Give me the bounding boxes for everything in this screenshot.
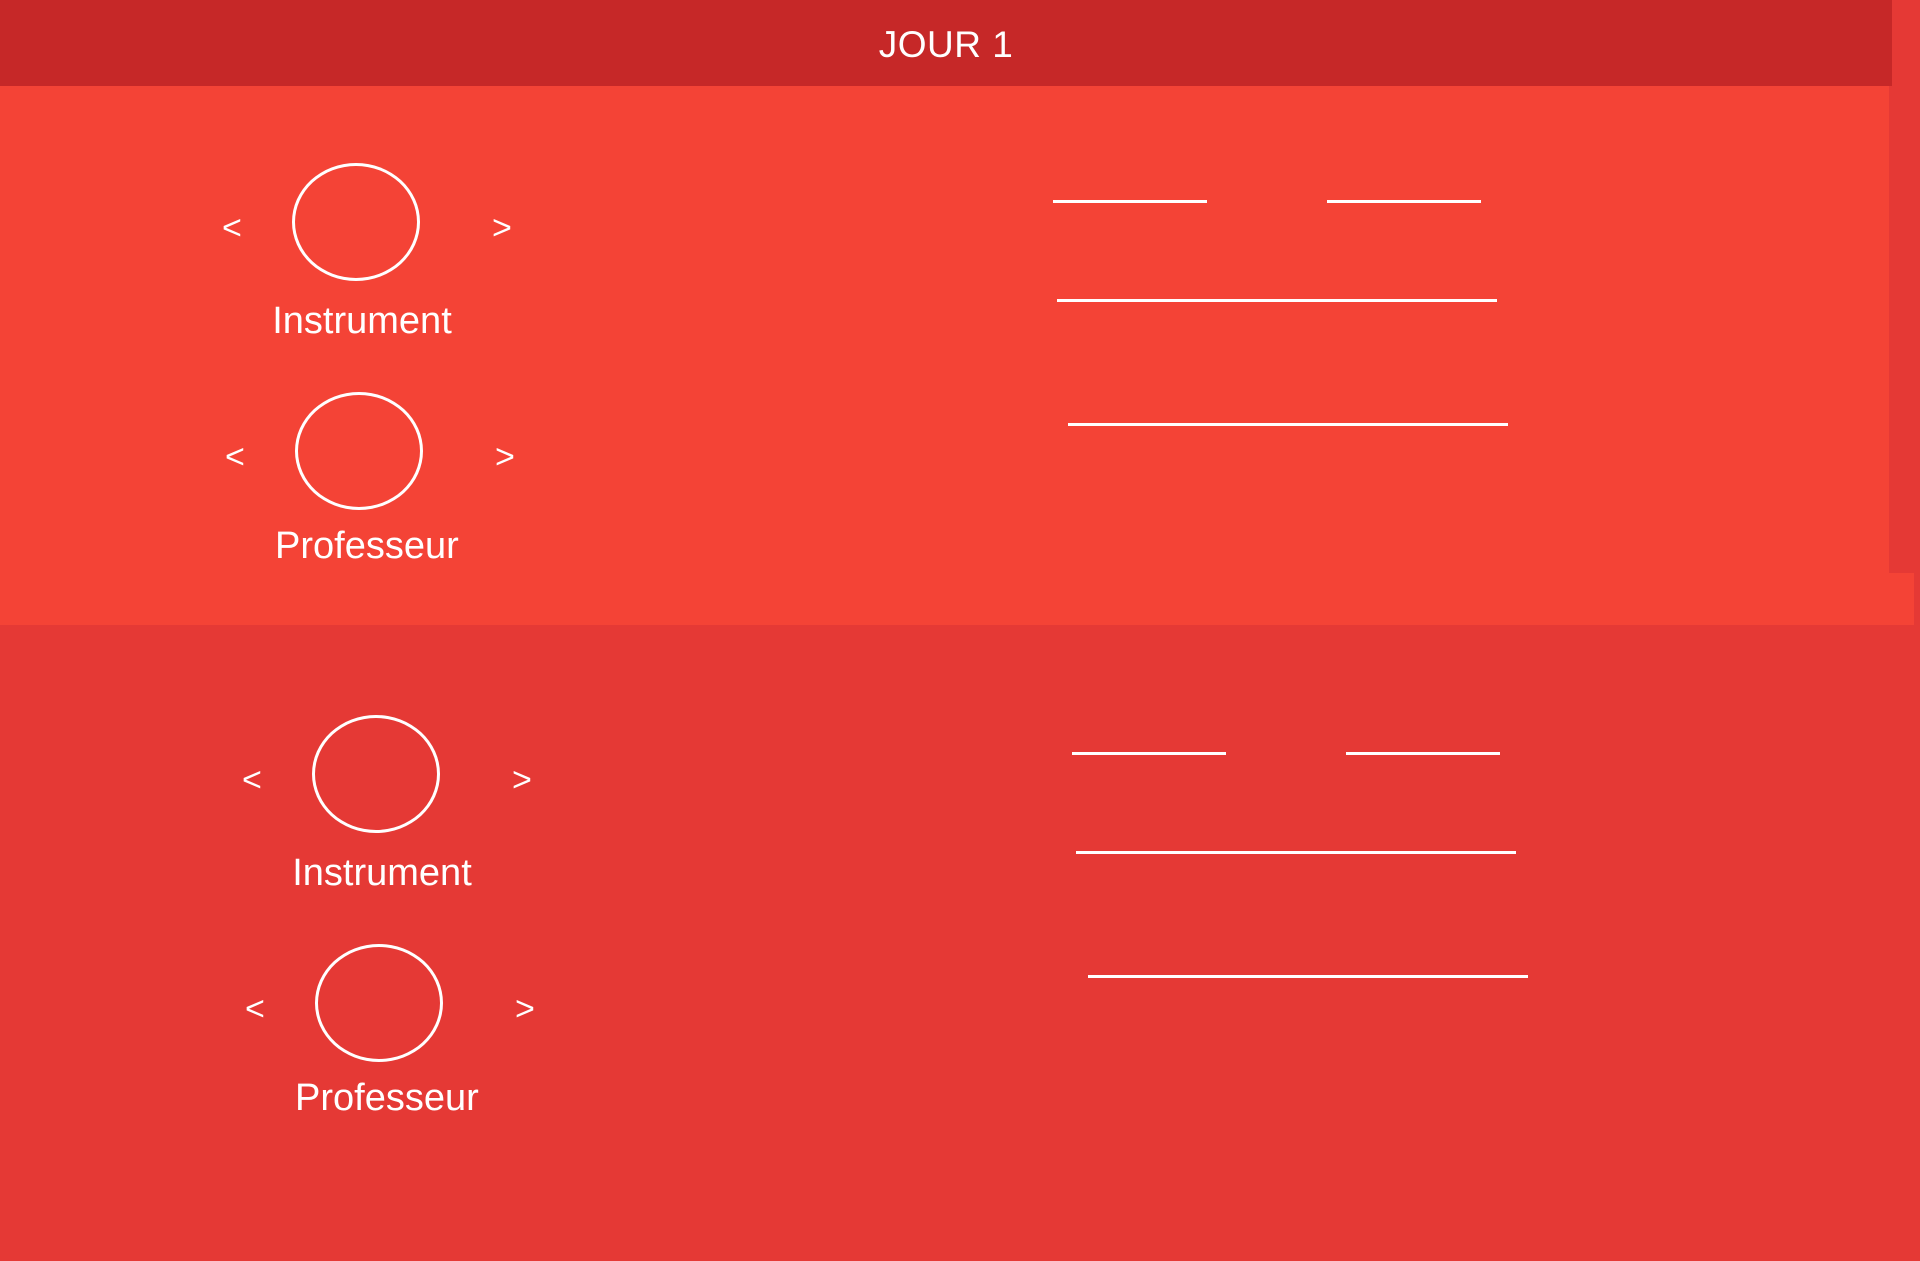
professeur-avatar[interactable]: [315, 944, 443, 1062]
detail-field-1[interactable]: [1057, 299, 1497, 302]
instrument-selector: < > Instrument: [222, 163, 542, 342]
day-title: JOUR 1: [878, 24, 1014, 65]
detail-field-1[interactable]: [1076, 851, 1516, 854]
end-time-field[interactable]: [1327, 200, 1481, 203]
chevron-left-icon[interactable]: <: [222, 211, 242, 245]
chevron-left-icon[interactable]: <: [225, 440, 245, 474]
professeur-label: Professeur: [275, 525, 459, 567]
start-time-field[interactable]: [1072, 752, 1226, 755]
day-header: JOUR 1: [0, 0, 1892, 86]
chevron-right-icon[interactable]: >: [492, 211, 512, 245]
chevron-left-icon[interactable]: <: [245, 992, 265, 1026]
chevron-right-icon[interactable]: >: [512, 763, 532, 797]
detail-field-2[interactable]: [1088, 975, 1528, 978]
instrument-avatar[interactable]: [312, 715, 440, 833]
detail-field-2[interactable]: [1068, 423, 1508, 426]
instrument-avatar[interactable]: [292, 163, 420, 281]
chevron-left-icon[interactable]: <: [242, 763, 262, 797]
schedule-page: JOUR 1 < > Instrument < > Professeur < >…: [0, 0, 1920, 1261]
professeur-label: Professeur: [295, 1077, 479, 1119]
professeur-selector: < > Professeur: [225, 392, 545, 567]
professeur-selector: < > Professeur: [245, 944, 565, 1119]
instrument-label: Instrument: [272, 300, 452, 342]
instrument-label: Instrument: [292, 852, 472, 894]
chevron-right-icon[interactable]: >: [515, 992, 535, 1026]
chevron-right-icon[interactable]: >: [495, 440, 515, 474]
instrument-selector: < > Instrument: [242, 715, 562, 894]
start-time-field[interactable]: [1053, 200, 1207, 203]
end-time-field[interactable]: [1346, 752, 1500, 755]
professeur-avatar[interactable]: [295, 392, 423, 510]
slot-panel-2: < > Instrument < > Professeur: [0, 625, 1920, 1261]
slot-panel-1: < > Instrument < > Professeur: [0, 86, 1920, 625]
